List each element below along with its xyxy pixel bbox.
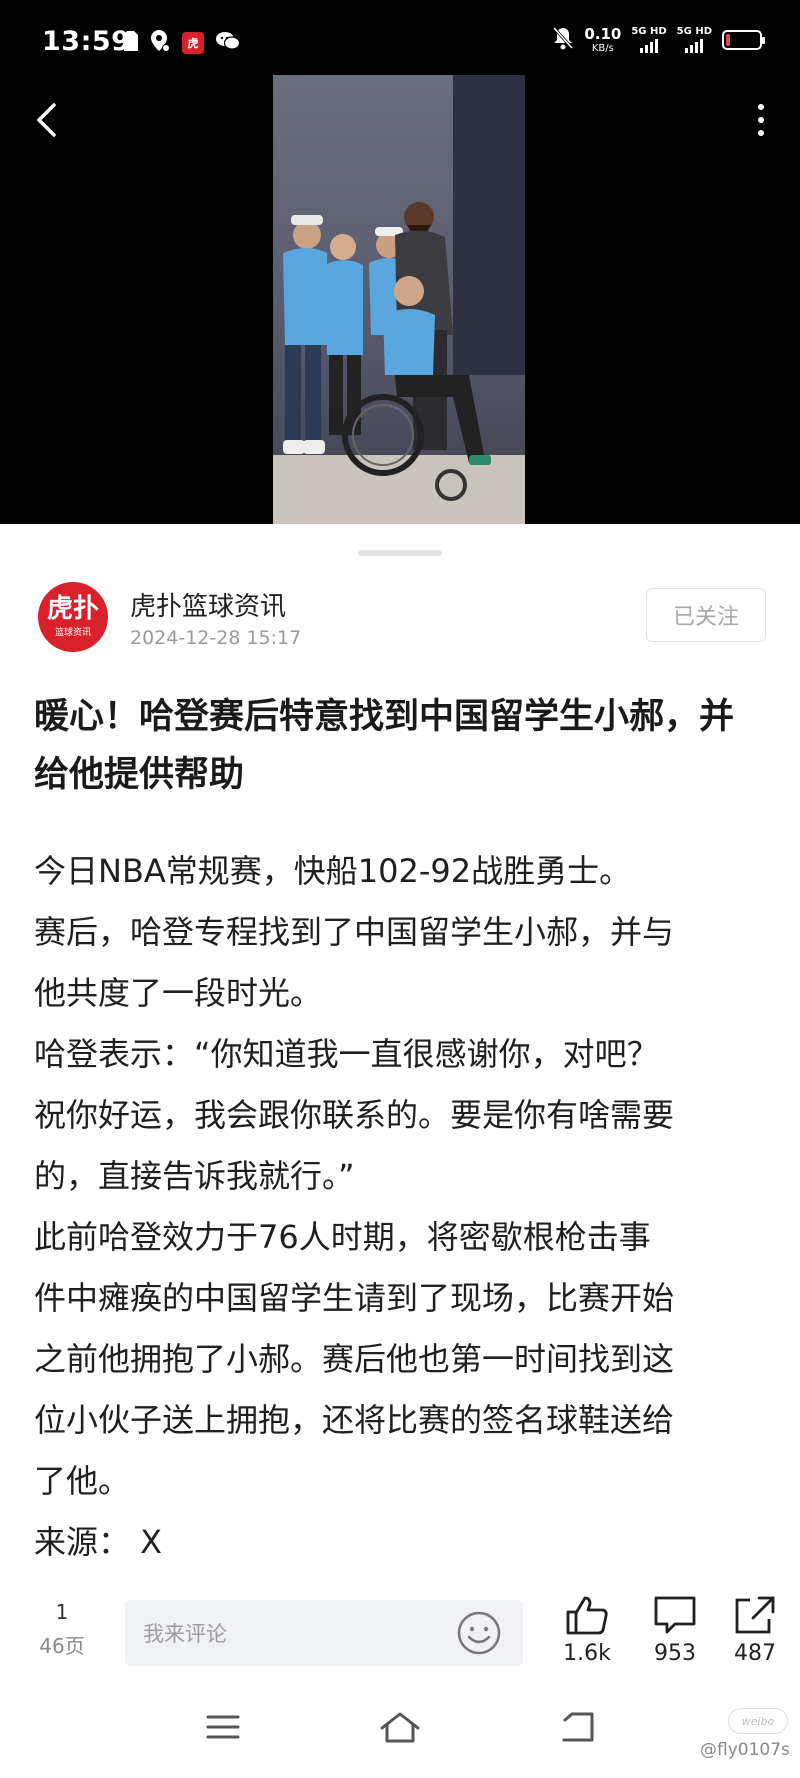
battery-level <box>726 34 730 46</box>
wechat-icon <box>216 31 241 55</box>
more-vertical-icon[interactable] <box>746 98 776 142</box>
body-line: 赛后，哈登专程找到了中国留学生小郝，并与 <box>34 913 675 951</box>
comment-placeholder: 我来评论 <box>143 1622 227 1646</box>
follow-button[interactable]: 已关注 <box>646 588 766 642</box>
signal-icon <box>685 39 704 53</box>
sim2-signal: 5G HD <box>677 27 712 53</box>
share-icon <box>735 1596 775 1634</box>
article-photo[interactable] <box>273 75 525 524</box>
page-current: 1 <box>55 1600 69 1624</box>
comment-button[interactable]: 953 <box>640 1595 710 1666</box>
back-nav-icon[interactable] <box>548 1702 608 1752</box>
article-body: 今日NBA常规赛，快船102-92战胜勇士。 赛后，哈登专程找到了中国留学生小郝… <box>34 841 774 1573</box>
body-line: 祝你好运，我会跟你联系的。要是你有啥需要 <box>34 1096 675 1134</box>
body-line: 位小伙子送上拥抱，还将比赛的签名球鞋送给 <box>34 1401 675 1439</box>
emoji-icon[interactable] <box>456 1610 502 1656</box>
body-line: 哈登表示：“你知道我一直很感谢你，对吧？ <box>34 1035 659 1073</box>
like-button[interactable]: 1.6k <box>552 1595 622 1666</box>
page-indicator[interactable]: 1 46页 <box>30 1600 94 1659</box>
hupu-app-icon: 虎 <box>182 32 204 54</box>
sim-card-icon <box>124 31 138 55</box>
sim1-signal: 5G HD <box>631 27 667 53</box>
body-line: 之前他拥抱了小郝。赛后他也第一时间找到这 <box>34 1340 675 1378</box>
author-name[interactable]: 虎扑篮球资讯 <box>130 586 286 623</box>
like-count: 1.6k <box>563 1641 611 1666</box>
share-count: 487 <box>734 1641 776 1666</box>
mute-icon <box>552 26 574 54</box>
chevron-left-icon <box>37 103 56 137</box>
weibo-watermark-logo: weibo <box>728 1708 788 1734</box>
share-button[interactable]: 487 <box>720 1595 790 1666</box>
author-avatar[interactable]: 虎扑 篮球资讯 <box>38 582 108 652</box>
network-speed: 0.10 KB/s <box>584 24 622 54</box>
status-icons-right: 0.10 KB/s 5G HD 5G HD <box>552 24 765 54</box>
comment-icon <box>654 1596 696 1634</box>
watermark-user: @fly0107s <box>700 1740 790 1760</box>
back-button[interactable] <box>26 96 66 144</box>
body-line: 此前哈登效力于76人时期，将密歇根枪击事 <box>34 1218 651 1256</box>
page-total: 46页 <box>39 1634 85 1658</box>
status-icons-left: 虎 <box>124 30 241 56</box>
comment-count: 953 <box>654 1641 696 1666</box>
system-nav-bar <box>0 1690 800 1778</box>
body-line: 了他。 <box>34 1462 131 1500</box>
status-time: 13:59 <box>42 26 131 57</box>
body-line: 他共度了一段时光。 <box>34 974 323 1012</box>
body-line: 的，直接告诉我就行。” <box>34 1157 355 1195</box>
body-line: 件中瘫痪的中国留学生请到了现场，比赛开始 <box>34 1279 675 1317</box>
thumbs-up-icon <box>566 1596 608 1635</box>
menu-icon[interactable] <box>193 1702 253 1752</box>
body-line: 今日NBA常规赛，快船102-92战胜勇士。 <box>34 852 632 890</box>
battery-icon <box>722 30 765 50</box>
photo-people <box>283 202 491 501</box>
drag-handle[interactable] <box>358 550 442 556</box>
signal-icon <box>640 39 658 53</box>
media-area: 13:59 虎 0.10 KB/s 5G HD 5G HD <box>0 0 800 524</box>
publish-datetime: 2024-12-28 15:17 <box>130 627 302 649</box>
source-line: 来源： X <box>34 1523 163 1561</box>
location-icon <box>150 30 170 56</box>
home-icon[interactable] <box>370 1702 430 1752</box>
article-title: 暖心！哈登赛后特意找到中国留学生小郝，并给他提供帮助 <box>34 697 735 795</box>
